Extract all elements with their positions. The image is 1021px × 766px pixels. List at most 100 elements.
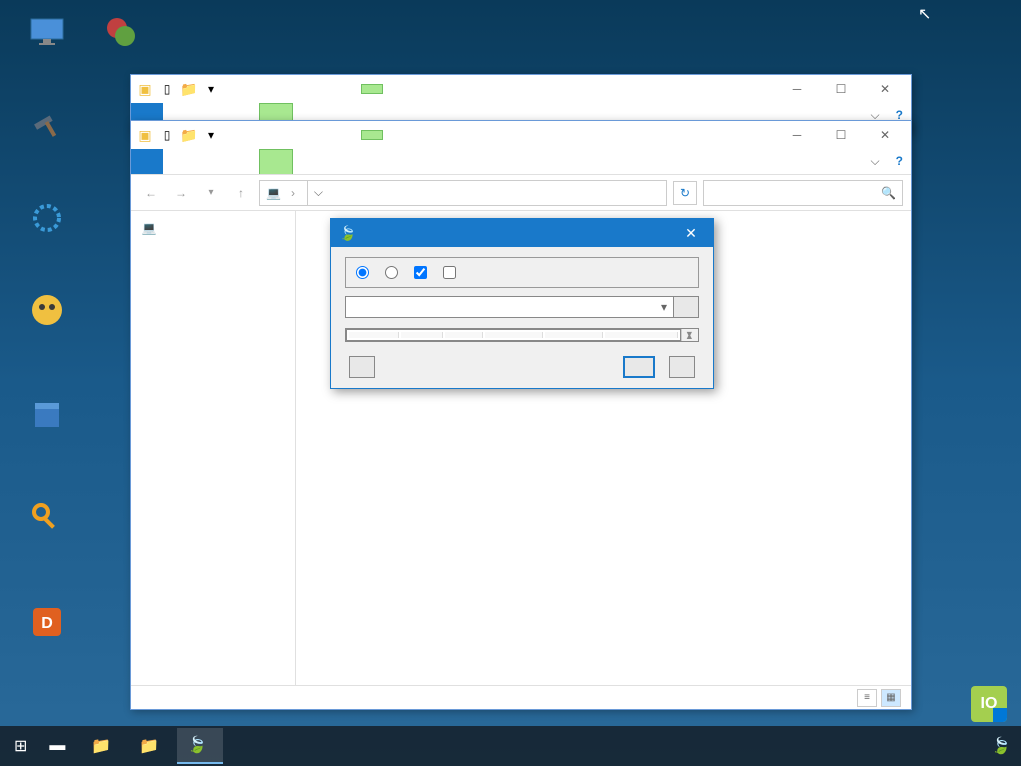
tab-file[interactable] — [131, 149, 163, 174]
col-free[interactable] — [605, 332, 678, 338]
leaf-icon: 🍃 — [187, 735, 207, 755]
gear-icon — [27, 198, 67, 238]
dropdown-icon[interactable]: ▾ — [201, 125, 221, 145]
maximize-button[interactable]: ☐ — [819, 76, 863, 102]
desktop-icon-winpass[interactable] — [12, 498, 82, 542]
tools-label — [361, 84, 383, 94]
dropdown-icon[interactable]: ▾ — [201, 79, 221, 99]
onekey-ghost-dialog[interactable]: 🍃 ✕ ▾ — [330, 218, 714, 389]
view-icons-button[interactable]: ▦ — [881, 689, 901, 707]
tab-share[interactable] — [195, 149, 227, 174]
tab-home[interactable] — [163, 149, 195, 174]
tb-sep-icon: ▯ — [157, 79, 177, 99]
svg-text:D: D — [41, 615, 53, 632]
tools-label — [361, 130, 383, 140]
tab-view[interactable] — [227, 149, 259, 174]
folder-icon: 📁 — [179, 125, 199, 145]
refresh-button[interactable]: ↻ — [673, 181, 697, 205]
taskbar-h[interactable]: 📁 — [81, 728, 127, 764]
pc-icon — [27, 12, 67, 52]
nav-history[interactable]: ▾ — [199, 181, 223, 205]
tab-manage[interactable] — [259, 149, 293, 174]
close-button[interactable]: ✕ — [863, 76, 907, 102]
sidebar: 💻 — [131, 211, 296, 685]
tb-sep-icon: ▯ — [157, 125, 177, 145]
folder-icon: 📁 — [91, 736, 111, 756]
addressbar: ← → ▾ ↑ 💻 › ⌵ ↻ 🔍 — [131, 175, 911, 211]
dialog-close-button[interactable]: ✕ — [677, 219, 705, 247]
ribbon-expand[interactable]: ⌵ — [863, 149, 888, 174]
desktop-icon-dism[interactable] — [12, 198, 82, 242]
desktop-icon-ghost[interactable] — [12, 290, 82, 334]
tray-icon[interactable]: 🍃 — [991, 736, 1011, 756]
partition-table[interactable] — [346, 329, 681, 341]
folder-icon: 📁 — [179, 79, 199, 99]
watermark-logo-icon: IO — [971, 686, 1007, 722]
partition-icon — [101, 12, 141, 52]
tree-root-thispc[interactable]: 💻 — [131, 217, 295, 239]
search-icon: 🔍 — [881, 186, 896, 200]
col-restore[interactable] — [349, 332, 399, 338]
check-ghost32[interactable] — [414, 266, 431, 279]
ok-button[interactable] — [623, 356, 655, 378]
taskbar-onekey[interactable]: 🍃 — [177, 728, 223, 764]
nav-up[interactable]: ↑ — [229, 181, 253, 205]
advanced-button[interactable] — [349, 356, 375, 378]
key-icon — [27, 498, 67, 538]
desktop-icon-cgi[interactable] — [12, 108, 82, 152]
search-input[interactable]: 🔍 — [703, 180, 903, 206]
start-button[interactable]: ⊞ — [4, 728, 37, 764]
hammer-icon — [27, 108, 67, 148]
dialog-titlebar[interactable]: 🍃 ✕ — [331, 219, 713, 247]
nav-forward[interactable]: → — [169, 181, 193, 205]
check-manual[interactable] — [443, 266, 460, 279]
image-path-input[interactable] — [345, 296, 677, 318]
col-sys[interactable] — [445, 332, 483, 338]
folder-icon: ▣ — [135, 125, 155, 145]
watermark: IO — [971, 686, 1013, 722]
col-disk[interactable] — [401, 332, 443, 338]
pc-icon: 💻 — [141, 220, 157, 236]
maximize-button[interactable]: ☐ — [819, 122, 863, 148]
ribbon-tabs-front: ⌵ ? — [131, 149, 911, 175]
desktop-icon-thispc[interactable] — [12, 12, 82, 56]
cursor-icon: ↖ — [918, 4, 931, 24]
mode-row — [345, 257, 699, 288]
open-button[interactable] — [673, 296, 699, 318]
desktop-icon-wininstall[interactable] — [12, 395, 82, 439]
address-dropdown[interactable]: ⌵ — [307, 181, 329, 205]
crumb-pc[interactable]: 💻 — [266, 186, 285, 200]
address-field[interactable]: 💻 › ⌵ — [259, 180, 667, 206]
titlebar-front[interactable]: ▣ ▯ 📁 ▾ ─ ☐ ✕ — [131, 121, 911, 149]
minimize-button[interactable]: ─ — [775, 76, 819, 102]
titlebar-back[interactable]: ▣ ▯ 📁 ▾ ─ ☐ ✕ — [131, 75, 911, 103]
taskbar-drive-icon[interactable]: ▬ — [39, 728, 79, 764]
leaf-icon: 🍃 — [339, 225, 356, 242]
minimize-button[interactable]: ─ — [775, 122, 819, 148]
box-icon — [27, 395, 67, 435]
taskbar-j[interactable]: 📁 — [129, 728, 175, 764]
table-scrollbar[interactable] — [681, 329, 698, 341]
desktop-icon-partition[interactable] — [86, 12, 156, 56]
radio-restore[interactable] — [356, 266, 373, 279]
col-vol[interactable] — [485, 332, 543, 338]
folder-icon: ▣ — [135, 79, 155, 99]
windows-icon: ⊞ — [14, 736, 27, 756]
system-tray[interactable]: 🍃 — [991, 736, 1017, 756]
explorer-window-front[interactable]: ▣ ▯ 📁 ▾ ─ ☐ ✕ ⌵ ? ← → ▾ ↑ 💻 › ⌵ ↻ — [130, 120, 912, 710]
radio-backup[interactable] — [385, 266, 402, 279]
col-total[interactable] — [545, 332, 603, 338]
cancel-button[interactable] — [669, 356, 695, 378]
drive-icon: ▬ — [49, 737, 65, 755]
chevron-icon: › — [291, 186, 295, 200]
folder-icon: 📁 — [139, 736, 159, 756]
taskbar: ⊞ ▬ 📁 📁 🍃 🍃 — [0, 726, 1021, 766]
view-details-button[interactable]: ≡ — [857, 689, 877, 707]
nav-back[interactable]: ← — [139, 181, 163, 205]
disk-icon: D — [27, 602, 67, 642]
statusbar: ≡ ▦ — [131, 685, 911, 709]
help-button[interactable]: ? — [888, 149, 911, 174]
desktop-icon-diskgenius[interactable]: D — [12, 602, 82, 646]
close-button[interactable]: ✕ — [863, 122, 907, 148]
ghost-icon — [27, 290, 67, 330]
